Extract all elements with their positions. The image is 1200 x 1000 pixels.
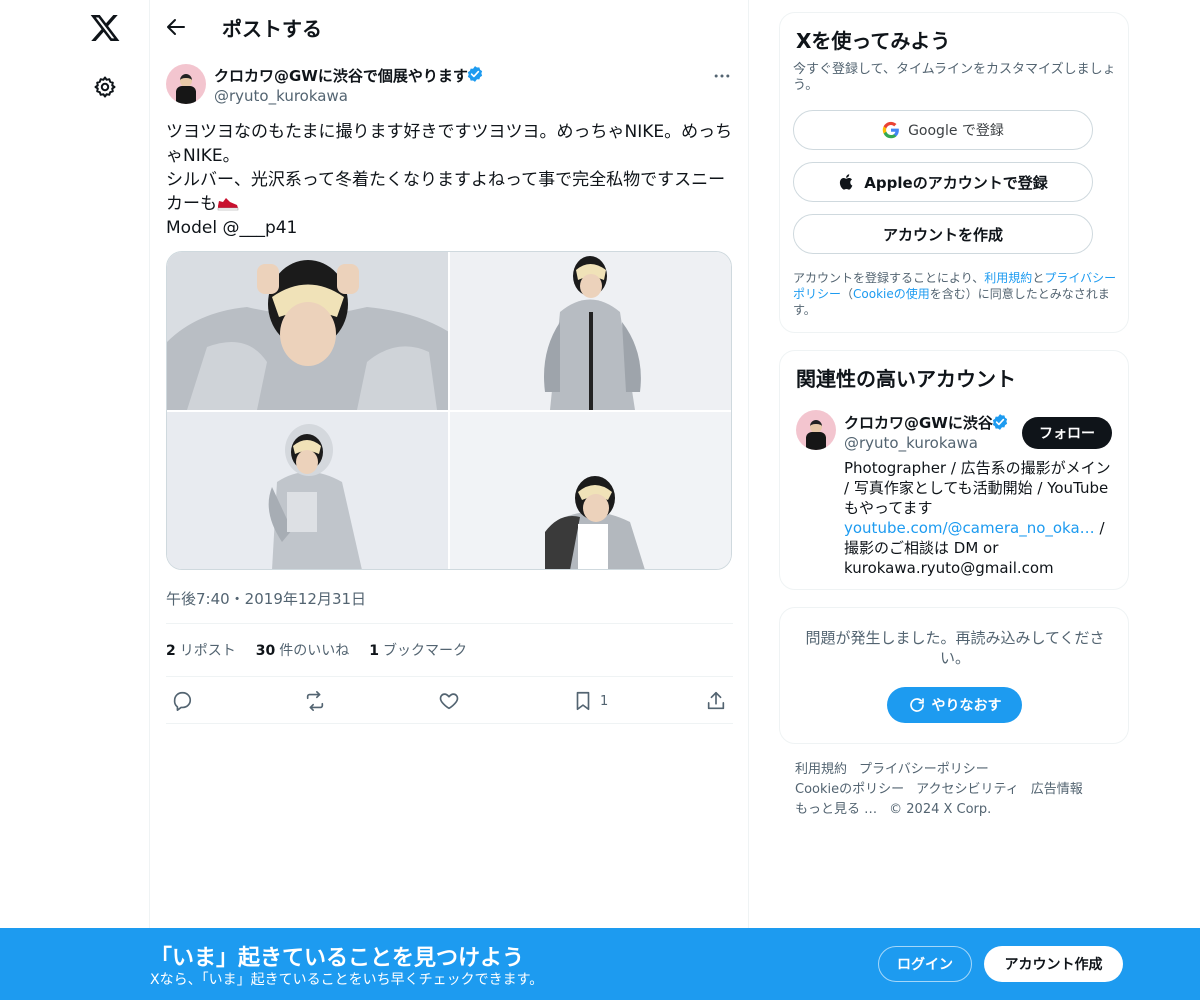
- repost-count: 2: [166, 643, 176, 659]
- bookmark-action-count: 1: [600, 693, 609, 709]
- refresh-icon: [909, 698, 924, 712]
- avatar[interactable]: [166, 64, 206, 104]
- post-author: クロカワ@GWに渋谷で個展やります @ryuto_kurokawa: [166, 64, 736, 108]
- signup-terms: アカウントを登録することにより、利用規約とプライバシーポリシー（Cookieの使…: [793, 270, 1119, 318]
- repost-icon[interactable]: [304, 689, 326, 713]
- gear-icon[interactable]: [93, 75, 117, 99]
- footer-privacy-link[interactable]: プライバシーポリシー: [859, 762, 989, 777]
- sneaker-icon: [217, 194, 239, 211]
- bookmark-count: 1: [369, 643, 379, 659]
- back-arrow-icon[interactable]: [164, 15, 188, 39]
- x-logo-icon[interactable]: [89, 12, 121, 44]
- more-options-icon[interactable]: [712, 66, 732, 86]
- post-stats: 2 リポスト 30 件のいいね 1 ブックマーク: [166, 623, 733, 677]
- verified-badge-icon: [991, 413, 1009, 431]
- like-label: 件のいいね: [279, 643, 350, 659]
- footer-ads-link[interactable]: 広告情報: [1031, 782, 1083, 797]
- post-detail-column: ポストする クロカワ@GWに渋谷で個展やります @ryuto_kurokawa …: [150, 0, 749, 1000]
- signup-button[interactable]: アカウント作成: [984, 946, 1123, 982]
- footer-cookie-link[interactable]: Cookieのポリシー: [795, 782, 904, 797]
- bottom-bar-subtitle: Xなら、「いま」起きていることをいち早くチェックできます。: [150, 972, 544, 988]
- post-photo-2[interactable]: [450, 252, 731, 410]
- bookmark-label: ブックマーク: [382, 643, 467, 659]
- verified-badge-icon: [466, 65, 484, 83]
- share-icon[interactable]: [705, 689, 727, 713]
- left-nav: [0, 0, 150, 1000]
- footer-links: 利用規約 プライバシーポリシー Cookieのポリシー アクセシビリティ 広告情報 も…: [795, 760, 1115, 820]
- google-signup-button[interactable]: Google で登録: [793, 110, 1093, 150]
- create-account-button[interactable]: アカウントを作成: [793, 214, 1093, 254]
- footer-more-link[interactable]: もっと見る …: [795, 802, 877, 817]
- retry-button[interactable]: やりなおす: [887, 687, 1022, 723]
- author-handle[interactable]: @ryuto_kurokawa: [214, 87, 348, 105]
- recommended-bio: Photographer / 広告系の撮影がメイン / 写真作家としても活動開始…: [844, 458, 1116, 578]
- signup-description: 今すぐ登録して、タイムラインをカスタマイズしましょう。: [793, 62, 1116, 93]
- avatar[interactable]: [796, 410, 836, 450]
- retry-label: やりなおす: [931, 698, 1002, 714]
- like-count: 30: [255, 643, 276, 659]
- page-header: ポストする: [150, 0, 749, 53]
- recommended-accounts-card: 関連性の高いアカウント クロカワ@GWに渋谷 @ryuto_kurokawa フ…: [779, 350, 1129, 590]
- error-card: 問題が発生しました。再読み込みしてください。 やりなおす: [779, 607, 1129, 744]
- bottom-signup-bar: 「いま」起きていることを見つけよう Xなら、「いま」起きていることをいち早くチェ…: [0, 928, 1200, 1000]
- bookmark-stat[interactable]: 1 ブックマーク: [369, 640, 467, 660]
- footer-terms-link[interactable]: 利用規約: [795, 762, 847, 777]
- footer-accessibility-link[interactable]: アクセシビリティ: [916, 782, 1019, 797]
- signup-card: Xを使ってみよう 今すぐ登録して、タイムラインをカスタマイズしましょう。 Goo…: [779, 12, 1129, 333]
- like-stat[interactable]: 30 件のいいね: [256, 640, 349, 660]
- post-text-line-1: ツヨツヨなのもたまに撮ります好きですツヨツヨ。めっちゃNIKE。めっちゃNIKE…: [166, 122, 733, 166]
- author-name[interactable]: クロカワ@GWに渋谷で個展やります: [214, 65, 468, 86]
- post-photo-1[interactable]: [167, 252, 448, 410]
- terms-link[interactable]: 利用規約: [984, 271, 1032, 285]
- follow-button[interactable]: フォロー: [1022, 417, 1112, 449]
- apple-signup-button[interactable]: Appleのアカウントで登録: [793, 162, 1093, 202]
- like-icon[interactable]: [438, 689, 460, 713]
- repost-stat[interactable]: 2 リポスト: [166, 640, 236, 660]
- post-photo-3[interactable]: [167, 411, 448, 569]
- post-timestamp[interactable]: 午後7:40・2019年12月31日: [166, 588, 366, 609]
- google-icon: [882, 121, 899, 139]
- post-media-grid[interactable]: [166, 251, 732, 570]
- bio-text-1: Photographer / 広告系の撮影がメイン / 写真作家としても活動開始…: [844, 459, 1111, 517]
- reply-icon[interactable]: [171, 689, 193, 713]
- signup-title: Xを使ってみよう: [796, 29, 951, 53]
- post-text: ツヨツヨなのもたまに撮ります好きですツヨツヨ。めっちゃNIKE。めっちゃNIKE…: [166, 120, 736, 240]
- error-message: 問題が発生しました。再読み込みしてください。: [805, 629, 1105, 667]
- google-signup-label: Google で登録: [908, 123, 1004, 139]
- bottom-bar-title: 「いま」起きていることを見つけよう: [150, 946, 525, 971]
- recommended-title: 関連性の高いアカウント: [796, 367, 1016, 391]
- post-text-line-3: Model @___p41: [166, 218, 298, 238]
- bio-youtube-link[interactable]: youtube.com/@camera_no_oka…: [844, 519, 1095, 537]
- apple-icon: [840, 174, 853, 190]
- cookie-link[interactable]: Cookieの使用: [853, 287, 930, 301]
- recommended-name[interactable]: クロカワ@GWに渋谷: [844, 412, 993, 433]
- terms-mid: （: [841, 287, 854, 301]
- terms-and: と: [1032, 271, 1045, 285]
- post-actions: 1: [166, 677, 733, 724]
- post-text-line-2: シルバー、光沢系って冬着たくなりますよねって事で完全私物ですスニーカーも: [166, 170, 726, 214]
- bookmark-icon: [576, 691, 590, 711]
- create-account-label: アカウントを作成: [882, 225, 1003, 244]
- footer-copyright: © 2024 X Corp.: [889, 802, 992, 817]
- terms-prefix: アカウントを登録することにより、: [793, 271, 985, 285]
- post-photo-4[interactable]: [450, 411, 731, 569]
- login-button[interactable]: ログイン: [878, 946, 972, 982]
- recommended-handle[interactable]: @ryuto_kurokawa: [844, 434, 978, 452]
- repost-label: リポスト: [179, 643, 236, 659]
- page-title: ポストする: [222, 17, 322, 41]
- bookmark-button[interactable]: 1: [572, 689, 608, 713]
- apple-signup-label: Appleのアカウントで登録: [864, 173, 1048, 192]
